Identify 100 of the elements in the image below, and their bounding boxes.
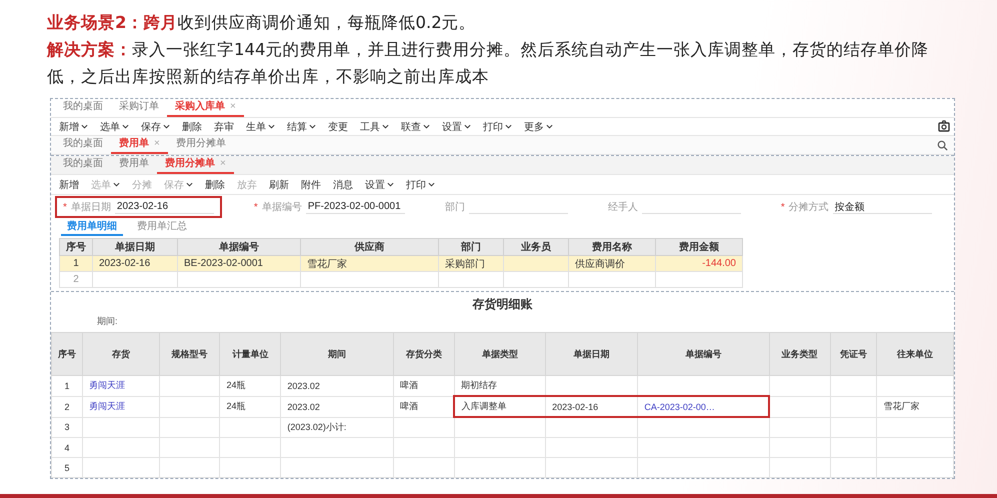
table-cell: BE-2023-02-0001	[178, 256, 300, 272]
table-cell: 24瓶	[220, 376, 281, 396]
table-cell	[769, 438, 830, 458]
column-header: 单据日期	[546, 332, 638, 376]
table-cell	[159, 438, 220, 458]
table-cell	[769, 417, 830, 438]
table-cell: 2023-02-16	[546, 396, 638, 417]
document-tab[interactable]: 费用单	[111, 154, 157, 174]
document-tab[interactable]: 费用分摊单	[168, 134, 234, 154]
sub-tab[interactable]: 费用单汇总	[131, 218, 193, 236]
table-cell: 2023.02	[280, 376, 394, 396]
table-cell	[504, 256, 568, 272]
table-cell: 1	[52, 376, 82, 396]
toolbar-button[interactable]: 删除	[199, 178, 231, 192]
toolbar-button[interactable]: 打印	[400, 178, 441, 192]
table-cell	[830, 458, 877, 478]
table-cell: 1	[60, 256, 92, 272]
toolbar-button[interactable]: 更多	[518, 120, 559, 134]
toolbar-button[interactable]: 删除	[176, 120, 208, 134]
toolbar-button[interactable]: 消息	[327, 178, 359, 192]
toolbar-button[interactable]: 新增	[53, 120, 94, 134]
toolbar-button[interactable]: 生单	[240, 120, 281, 134]
table-cell	[393, 458, 454, 478]
input-field[interactable]: PF-2023-02-00-0001	[306, 200, 405, 214]
document-tab[interactable]: 采购入库单 ×	[167, 97, 244, 117]
toolbar-button[interactable]: 联查	[395, 120, 436, 134]
document-tab[interactable]: 费用单 ×	[111, 134, 168, 154]
table-link[interactable]: 勇闯天涯	[82, 396, 160, 417]
table-cell: 24瓶	[220, 396, 281, 417]
caret-icon	[428, 182, 435, 187]
column-header: 业务员	[504, 238, 568, 256]
toolbar-button[interactable]: 保存	[135, 120, 176, 134]
toolbar-button[interactable]: 打印	[477, 120, 518, 134]
caret-icon	[309, 124, 316, 129]
table-cell: 供应商调价	[568, 256, 656, 272]
caret-icon	[122, 124, 129, 129]
table-cell	[393, 417, 454, 438]
table-cell: 3	[52, 417, 82, 438]
table-cell: 2023.02	[280, 396, 394, 417]
table-cell: -144.00	[656, 256, 742, 272]
column-header: 规格型号	[159, 332, 220, 376]
table-cell	[159, 396, 220, 417]
period-label: 期间:	[96, 315, 119, 328]
camera-icon[interactable]	[938, 120, 950, 132]
solution-text: 解决方案：录入一张红字144元的费用单，并且进行费用分摊。然后系统自动产生一张入库调整单，存货的结存单价降低，之后出库按照新的结存单价出库，不影响之前出库成本	[47, 39, 930, 88]
toolbar-button[interactable]: 变更	[322, 120, 354, 134]
toolbar-button[interactable]: 选单	[94, 120, 135, 134]
column-header: 存货	[82, 332, 160, 376]
field-label: 部门	[444, 200, 465, 214]
field-label: 单据日期	[70, 200, 111, 214]
table-link[interactable]: CA-2023-02-00…	[638, 396, 770, 417]
search-icon[interactable]	[937, 140, 948, 151]
document-tab[interactable]: 我的桌面	[55, 154, 111, 174]
column-header: 序号	[60, 238, 92, 256]
sub-tab[interactable]: 费用单明细	[61, 218, 123, 236]
table-cell	[504, 272, 568, 288]
table-cell	[159, 458, 220, 478]
toolbar-button[interactable]: 附件	[295, 178, 327, 192]
field-label: 经手人	[608, 200, 638, 214]
table-cell	[830, 396, 877, 417]
table-cell	[220, 417, 281, 438]
column-header: 单据类型	[454, 332, 546, 376]
input-field[interactable]: 2023-02-16	[114, 200, 214, 214]
document-tab[interactable]: 费用分摊单 ×	[157, 154, 234, 174]
table-cell	[769, 458, 830, 478]
table-cell	[769, 396, 830, 417]
column-header: 部门	[438, 238, 504, 256]
caret-icon	[546, 124, 553, 129]
table-cell: 入库调整单	[454, 396, 546, 417]
column-header: 计量单位	[220, 332, 281, 376]
required-mark: *	[254, 202, 258, 212]
toolbar-button[interactable]: 工具	[354, 120, 395, 134]
field-label: 分摊方式	[788, 200, 829, 214]
table-cell: 雪花厂家	[300, 256, 438, 272]
caret-icon	[464, 124, 471, 129]
scenario-text: 业务场景2：跨月收到供应商调价通知，每瓶降低0.2元。	[47, 12, 477, 34]
toolbar-button[interactable]: 弃审	[208, 120, 240, 134]
caret-icon	[268, 124, 275, 129]
caret-icon	[81, 124, 88, 129]
table-cell: 2	[60, 272, 92, 288]
column-header: 期间	[280, 332, 394, 376]
document-tab[interactable]: 采购订单	[111, 97, 167, 117]
column-header: 业务类型	[769, 332, 830, 376]
column-header: 费用金额	[656, 238, 742, 256]
toolbar-button[interactable]: 设置	[436, 120, 477, 134]
toolbar-button[interactable]: 新增	[53, 178, 85, 192]
table-cell: 5	[52, 458, 82, 478]
input-field[interactable]: 按金额	[832, 200, 932, 214]
toolbar-button[interactable]: 结算	[281, 120, 322, 134]
table-cell	[830, 376, 877, 396]
caret-icon	[163, 124, 170, 129]
toolbar-button[interactable]: 设置	[359, 178, 400, 192]
document-tab[interactable]: 我的桌面	[55, 134, 111, 154]
field-label: 单据编号	[262, 200, 302, 214]
table-cell	[159, 376, 220, 396]
caret-icon	[387, 182, 394, 187]
table-cell	[769, 376, 830, 396]
document-tab[interactable]: 我的桌面	[55, 97, 111, 117]
toolbar-button[interactable]: 刷新	[263, 178, 295, 192]
table-link[interactable]: 勇闯天涯	[82, 376, 160, 396]
